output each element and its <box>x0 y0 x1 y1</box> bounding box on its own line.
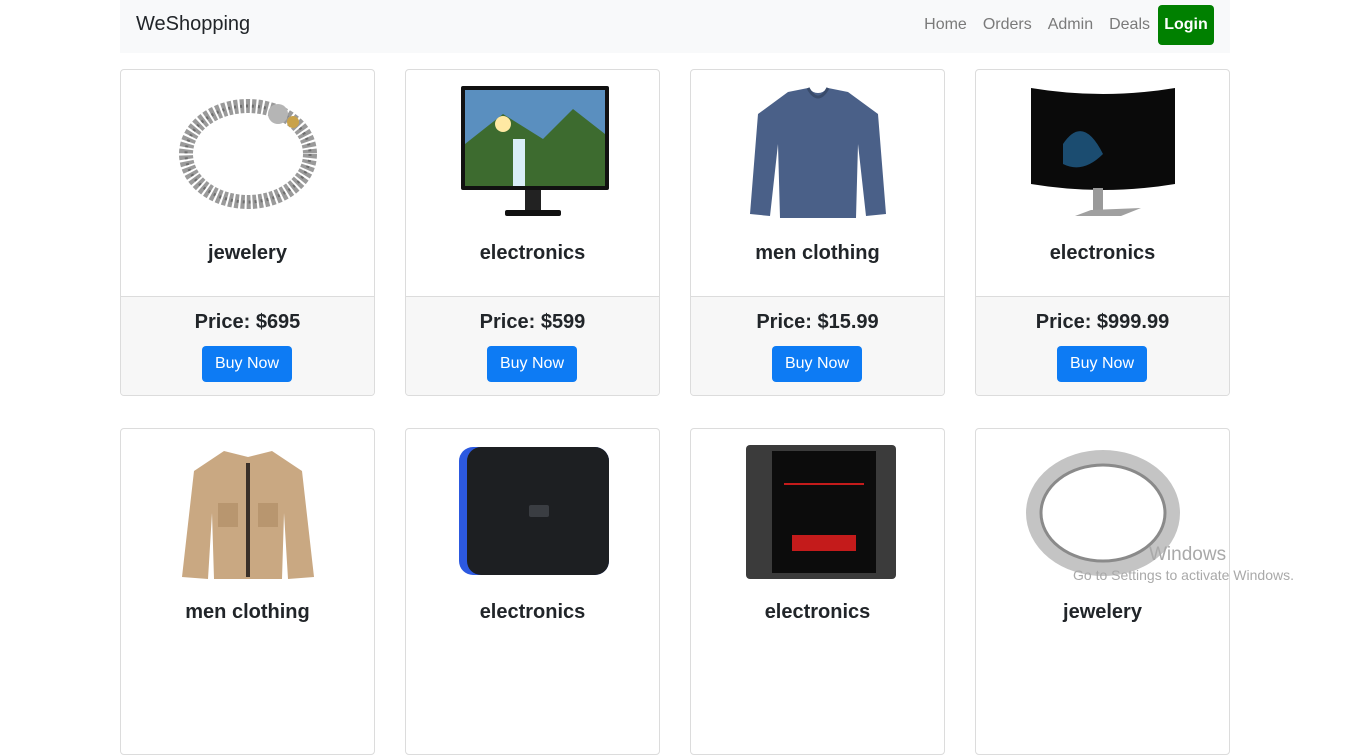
product-category: electronics <box>479 601 586 623</box>
buy-now-button[interactable]: Buy Now <box>772 346 862 382</box>
login-button[interactable]: Login <box>1158 5 1214 45</box>
buy-now-button[interactable]: Buy Now <box>487 346 577 382</box>
brand-logo[interactable]: WeShopping <box>136 13 250 36</box>
product-card: electronics <box>405 428 660 755</box>
product-card: electronics Price: $999.99 Buy Now <box>975 69 1230 396</box>
product-price: Price: $599 <box>479 311 586 333</box>
buy-now-button[interactable]: Buy Now <box>202 346 292 382</box>
monitor-image[interactable] <box>406 84 659 224</box>
product-card: electronics Price: $599 Buy Now <box>405 69 660 396</box>
jacket-image[interactable] <box>121 443 374 583</box>
product-card: men clothing Price: $15.99 Buy Now <box>690 69 945 396</box>
product-category: electronics <box>1049 242 1156 264</box>
nav-orders[interactable]: Orders <box>975 16 1040 34</box>
watermark-text: Go to Settings to activate Windows. <box>1073 566 1294 583</box>
nav-admin[interactable]: Admin <box>1040 16 1101 34</box>
product-card: men clothing <box>120 428 375 755</box>
ssd-image[interactable] <box>691 443 944 583</box>
product-price: Price: $695 <box>194 311 301 333</box>
gaming-monitor-image[interactable] <box>976 84 1229 224</box>
product-card: jewelery Price: $695 Buy Now <box>120 69 375 396</box>
buy-now-button[interactable]: Buy Now <box>1057 346 1147 382</box>
product-card: jewelery <box>975 428 1230 755</box>
bracelet-image[interactable] <box>121 84 374 224</box>
product-category: jewelery <box>1063 601 1142 623</box>
nav-links: Home Orders Admin Deals Login <box>916 5 1214 45</box>
card-footer: Price: $695 Buy Now <box>121 296 374 395</box>
hard-drive-image[interactable] <box>406 443 659 583</box>
card-footer: Price: $15.99 Buy Now <box>691 296 944 395</box>
nav-home[interactable]: Home <box>916 16 975 34</box>
product-price: Price: $999.99 <box>1035 311 1170 333</box>
windows-activation-watermark: Windows Go to Settings to activate Windo… <box>1073 544 1294 584</box>
navbar: WeShopping Home Orders Admin Deals Login <box>120 0 1230 53</box>
product-price: Price: $15.99 <box>756 311 879 333</box>
product-category: men clothing <box>185 601 310 623</box>
sweater-image[interactable] <box>691 84 944 224</box>
product-category: electronics <box>479 242 586 264</box>
watermark-title: Windows <box>1149 544 1227 565</box>
product-category: men clothing <box>755 242 880 264</box>
card-footer: Price: $599 Buy Now <box>406 296 659 395</box>
product-category: jewelery <box>208 242 287 264</box>
product-card: electronics <box>690 428 945 755</box>
product-category: electronics <box>764 601 871 623</box>
card-footer: Price: $999.99 Buy Now <box>976 296 1229 395</box>
nav-deals[interactable]: Deals <box>1101 16 1158 34</box>
